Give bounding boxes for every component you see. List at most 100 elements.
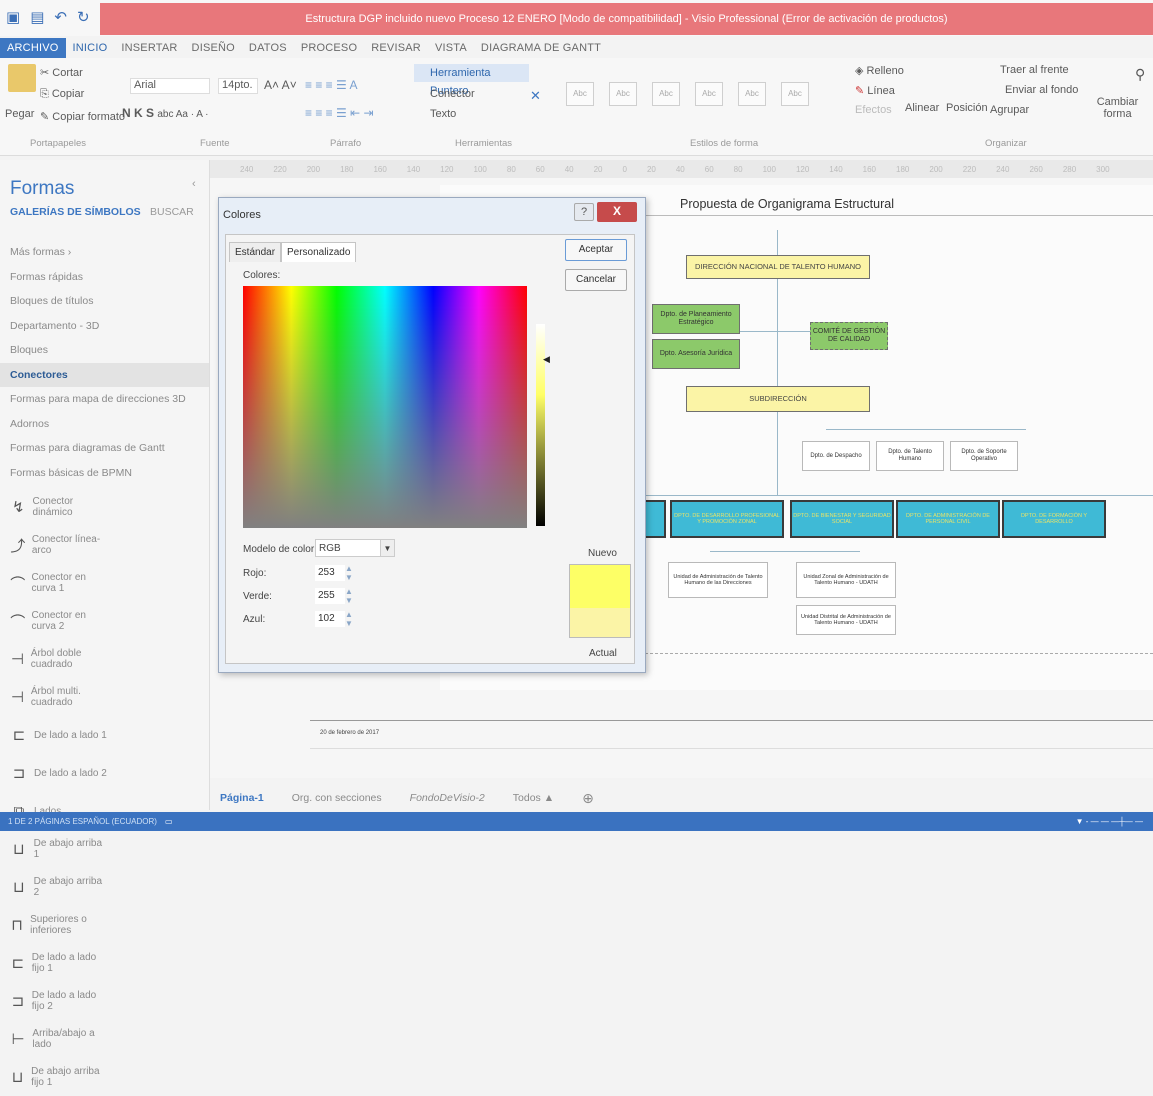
org-box-subdireccion[interactable]: SUBDIRECCIÓN	[686, 386, 870, 412]
stencil-more-shapes[interactable]: Más formas ›	[0, 240, 209, 265]
blue-input[interactable]: 102	[315, 611, 345, 627]
page-tab-all[interactable]: Todos ▲	[513, 792, 554, 804]
color-spectrum[interactable]	[243, 286, 527, 528]
copy-button[interactable]: ⎘ Copiar	[40, 88, 84, 101]
connector-button[interactable]: Conector	[418, 88, 475, 100]
cancel-button[interactable]: Cancelar	[565, 269, 627, 291]
org-box-unit-1[interactable]: Unidad de Administración de Talento Huma…	[668, 562, 768, 598]
red-input[interactable]: 253	[315, 565, 345, 581]
close-x-icon[interactable]: ✕	[530, 88, 541, 104]
shape-item[interactable]: ⊢ Arriba/abajo a lado	[4, 1020, 109, 1058]
stencil-bpmn[interactable]: Formas básicas de BPMN	[0, 461, 209, 486]
shape-item[interactable]: ⊏ De lado a lado 1	[4, 716, 109, 754]
style-swatch[interactable]: Abc	[652, 82, 680, 106]
stencil-connectors[interactable]: Conectores	[0, 362, 209, 387]
tab-revisar[interactable]: REVISAR	[364, 38, 428, 58]
tab-galleries[interactable]: GALERÍAS DE SÍMBOLOS	[10, 206, 141, 218]
color-model-select[interactable]: RGB ▼	[315, 539, 395, 557]
macro-icon[interactable]: ▭	[165, 817, 173, 826]
paste-icon[interactable]	[8, 64, 36, 92]
stencil-gantt[interactable]: Formas para diagramas de Gantt	[0, 436, 209, 461]
shape-item[interactable]: ⤴ Conector línea-arco	[4, 526, 109, 564]
tab-search[interactable]: BUSCAR	[150, 206, 194, 218]
tab-custom[interactable]: Personalizado	[281, 242, 357, 262]
shape-item[interactable]: ⌒ Conector en curva 1	[4, 564, 109, 602]
green-input[interactable]: 255	[315, 588, 345, 604]
cut-button[interactable]: ✂ Cortar	[40, 66, 83, 79]
tab-diseno[interactable]: DISEÑO	[185, 38, 242, 58]
org-box-despacho[interactable]: Dpto. de Despacho	[802, 441, 870, 471]
style-swatch[interactable]: Abc	[781, 82, 809, 106]
org-box-talento[interactable]: Dpto. de Talento Humano	[876, 441, 944, 471]
add-page-icon[interactable]: ⊕	[582, 790, 594, 807]
style-swatch[interactable]: Abc	[695, 82, 723, 106]
undo-icon[interactable]: ↶	[54, 8, 67, 26]
bring-front-button[interactable]: Traer al frente	[1000, 64, 1069, 76]
paragraph-icons[interactable]: ≡ ≡ ≡ ☰ ⇤ ⇥	[305, 106, 374, 120]
style-swatch[interactable]: Abc	[566, 82, 594, 106]
pointer-tool-button[interactable]: Herramienta Puntero	[414, 64, 529, 97]
shape-item[interactable]: ↯ Conector dinámico	[4, 488, 109, 526]
position-button[interactable]: Posición	[946, 102, 988, 114]
shape-item[interactable]: ⊐ De lado a lado fijo 2	[4, 982, 109, 1020]
close-button[interactable]: X	[597, 202, 637, 222]
send-back-button[interactable]: Enviar al fondo	[1005, 84, 1078, 96]
shape-item[interactable]: ⊓ Superiores o inferiores	[4, 906, 109, 944]
stencil-quick-shapes[interactable]: Formas rápidas	[0, 265, 209, 290]
page-tab-1[interactable]: Página-1	[220, 792, 264, 804]
org-box-asesoria[interactable]: Dpto. Asesoría Jurídica	[652, 339, 740, 369]
shape-item[interactable]: ⊔ De abajo arriba fijo 1	[4, 1058, 109, 1096]
org-box-unit-3[interactable]: Unidad Distrital de Administración de Ta…	[796, 605, 896, 635]
stencil-department-3d[interactable]: Departamento - 3D	[0, 314, 209, 339]
bold-italic-underline[interactable]: N K S abc Aa · A ·	[122, 106, 209, 120]
font-name-select[interactable]: Arial	[130, 78, 210, 94]
org-box-direccion[interactable]: DIRECCIÓN NACIONAL DE TALENTO HUMANO	[686, 255, 870, 279]
style-swatch[interactable]: Abc	[738, 82, 766, 106]
org-box-comite[interactable]: COMITÉ DE GESTIÓN DE CALIDAD	[810, 322, 888, 350]
text-button[interactable]: Texto	[418, 108, 456, 120]
org-box-planeamiento[interactable]: Dpto. de Planeamiento Estratégico	[652, 304, 740, 334]
luminance-arrow-icon[interactable]: ◀	[543, 354, 550, 365]
shape-item[interactable]: ⌒ Conector en curva 2	[4, 602, 109, 640]
stencil-3d-directions[interactable]: Formas para mapa de direcciones 3D	[0, 387, 209, 412]
org-box-dpto-4[interactable]: DPTO. DE FORMACIÓN Y DESARROLLO	[1002, 500, 1106, 538]
org-box-dpto-2[interactable]: DPTO. DE BIENESTAR Y SEGURIDAD SOCIAL	[790, 500, 894, 538]
tab-datos[interactable]: DATOS	[242, 38, 294, 58]
tab-vista[interactable]: VISTA	[428, 38, 474, 58]
red-spinner-icon[interactable]: ▲ ▼	[345, 564, 353, 582]
fill-button[interactable]: ◈ Relleno	[855, 64, 904, 77]
change-shape-button[interactable]: Cambiar forma	[1095, 96, 1140, 120]
collapse-icon[interactable]: ‹	[192, 178, 196, 190]
format-painter-button[interactable]: ✎ Copiar formato	[40, 110, 125, 123]
style-swatch[interactable]: Abc	[609, 82, 637, 106]
zoom-slider[interactable]: ▼ - — — —┼— —	[1076, 817, 1143, 826]
stencil-blocks[interactable]: Bloques	[0, 338, 209, 363]
shape-item[interactable]: ⊔ De abajo arriba 2	[4, 868, 109, 906]
grow-font-icon[interactable]: A˄ A˅	[264, 78, 297, 92]
stencil-title-blocks[interactable]: Bloques de títulos	[0, 289, 209, 314]
effects-button[interactable]: Efectos	[855, 104, 892, 116]
page-tab-2[interactable]: Org. con secciones	[292, 792, 382, 804]
redo-icon[interactable]: ↻	[77, 8, 90, 26]
tab-inicio[interactable]: INICIO	[66, 38, 115, 58]
ok-button[interactable]: Aceptar	[565, 239, 627, 261]
save-icon[interactable]: ▤	[30, 8, 44, 26]
page-tab-3[interactable]: FondoDeVisio-2	[410, 792, 485, 804]
align-button[interactable]: Alinear	[905, 102, 939, 114]
line-button[interactable]: ✎ Línea	[855, 84, 895, 97]
shape-item[interactable]: ⊣ Árbol doble cuadrado	[4, 640, 109, 678]
shape-item[interactable]: ⊏ De lado a lado fijo 1	[4, 944, 109, 982]
tab-proceso[interactable]: PROCESO	[294, 38, 364, 58]
shape-item[interactable]: ⊐ De lado a lado 2	[4, 754, 109, 792]
green-spinner-icon[interactable]: ▲ ▼	[345, 587, 353, 605]
org-box-dpto-1[interactable]: DPTO. DE DESARROLLO PROFESIONAL Y PROMOC…	[670, 500, 784, 538]
tab-gantt[interactable]: DIAGRAMA DE GANTT	[474, 38, 608, 58]
help-button[interactable]: ?	[574, 203, 594, 221]
org-box-unit-2[interactable]: Unidad Zonal de Administración de Talent…	[796, 562, 896, 598]
blue-spinner-icon[interactable]: ▲ ▼	[345, 610, 353, 628]
paste-button[interactable]: Pegar	[5, 108, 34, 120]
shape-item[interactable]: ⊣ Árbol multi. cuadrado	[4, 678, 109, 716]
tab-insertar[interactable]: INSERTAR	[114, 38, 184, 58]
stencil-borders[interactable]: Adornos	[0, 412, 209, 437]
tab-standard[interactable]: Estándar	[229, 242, 282, 262]
